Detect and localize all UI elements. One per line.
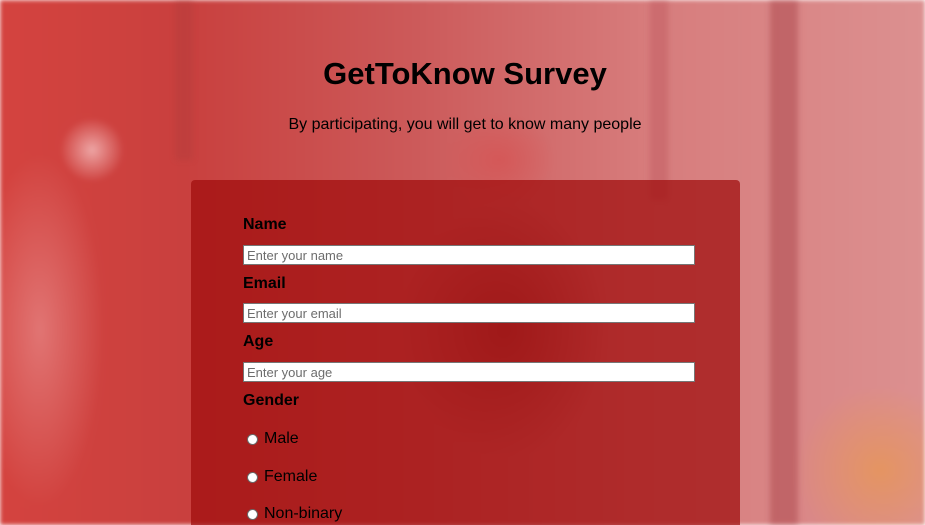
gender-option-label: Non-binary <box>264 505 343 522</box>
radio-button-non-binary[interactable] <box>247 508 258 520</box>
gender-option-male[interactable]: Male <box>247 430 299 448</box>
age-label: Age <box>243 333 274 350</box>
radio-button-female[interactable] <box>247 471 258 483</box>
survey-form: Name Email Age Gender Male Female Non-bi… <box>191 180 740 525</box>
age-input[interactable] <box>243 362 695 382</box>
gender-option-non-binary[interactable]: Non-binary <box>247 505 342 523</box>
name-input[interactable] <box>243 245 695 265</box>
page-subtitle: By participating, you will get to know m… <box>288 116 642 133</box>
gender-label: Gender <box>243 392 300 409</box>
page-title: GetToKnow Survey <box>323 56 607 91</box>
radio-button-male[interactable] <box>247 433 258 445</box>
background-detail <box>650 0 668 200</box>
email-input[interactable] <box>243 303 695 323</box>
name-label: Name <box>243 216 287 233</box>
gender-option-label: Male <box>264 430 299 447</box>
email-label: Email <box>243 275 286 292</box>
gender-option-female[interactable]: Female <box>247 468 317 486</box>
gender-option-label: Female <box>264 468 318 485</box>
